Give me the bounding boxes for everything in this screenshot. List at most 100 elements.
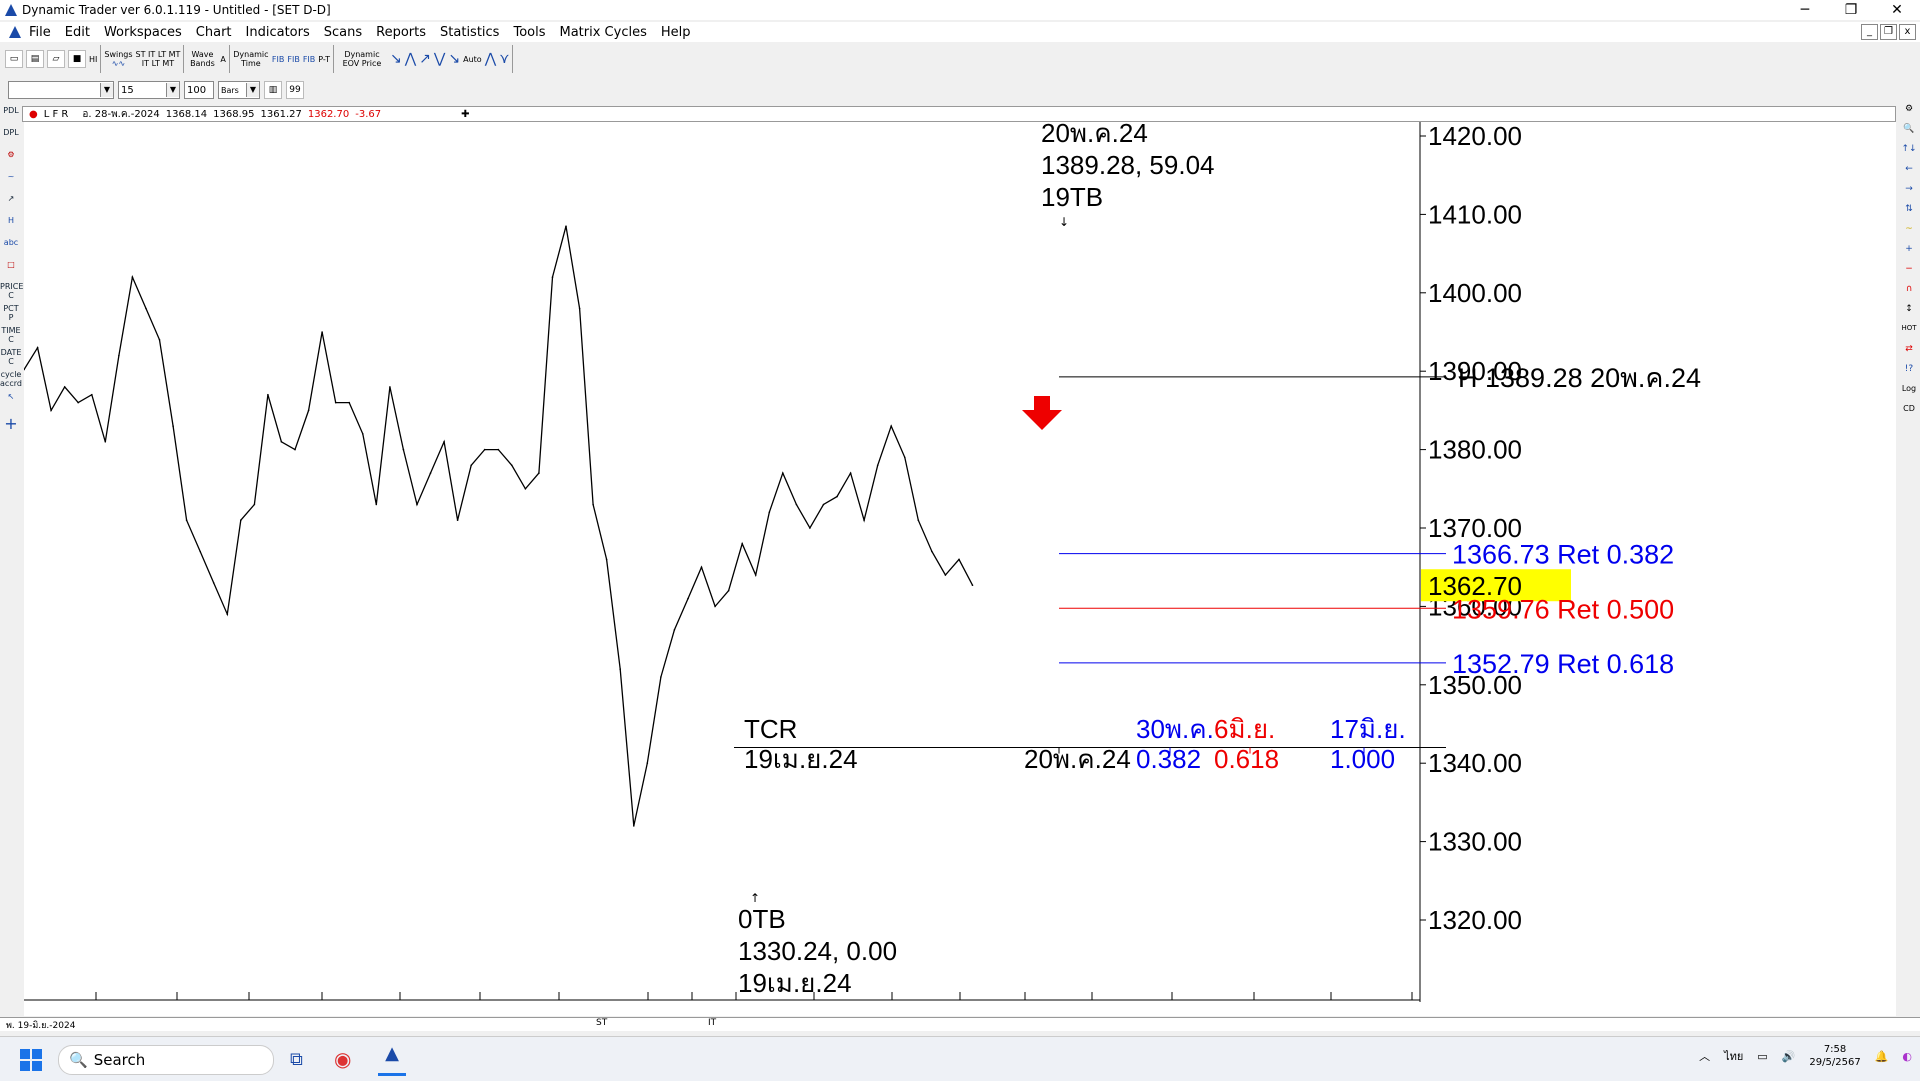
time-tool[interactable]: TIME C	[0, 326, 22, 348]
fib-time-button-3[interactable]: FIB	[303, 55, 315, 64]
swing-draw-icon-4[interactable]: ⋁	[434, 51, 445, 67]
swing-draw-icon-2[interactable]: ⋀	[405, 51, 416, 67]
text-tool[interactable]: abc	[0, 238, 22, 260]
mdi-close-button[interactable]: x	[1899, 24, 1916, 40]
swing-degree-buttons[interactable]: ST IT LT MT IT LT MT	[136, 50, 181, 68]
chart-canvas[interactable]: 1420.001410.001400.001390.001380.001370.…	[23, 118, 1896, 1021]
settings-icon[interactable]: ⚙	[1898, 104, 1920, 124]
copilot-icon[interactable]: ◐	[1902, 1050, 1912, 1063]
network-icon[interactable]: ▭	[1757, 1050, 1767, 1063]
menu-help[interactable]: Help	[654, 25, 698, 40]
bars-icon[interactable]: ▥	[264, 81, 282, 99]
chevron-up-icon[interactable]: ︿	[1699, 1048, 1710, 1064]
zoom-out-icon[interactable]: −	[1898, 264, 1920, 284]
menu-file[interactable]: File	[22, 25, 58, 40]
new-icon[interactable]: ▭	[5, 50, 23, 68]
chrome-icon[interactable]: ◉	[334, 1047, 351, 1071]
rectangle-icon[interactable]: □	[0, 260, 22, 282]
fib-time-button-1[interactable]: FIB	[272, 55, 284, 64]
cursor-icon[interactable]: ↖	[0, 392, 22, 414]
crosshair-icon[interactable]: +	[0, 414, 22, 436]
unit-combo[interactable]: Bars ▼	[218, 81, 260, 99]
zoom-icon[interactable]: 🔍	[1898, 124, 1920, 144]
menu-reports[interactable]: Reports	[369, 25, 433, 40]
minimize-button[interactable]: ─	[1782, 0, 1828, 20]
taskbar-search[interactable]: 🔍 Search	[58, 1045, 274, 1075]
windows-start-icon[interactable]	[20, 1049, 42, 1071]
cycle-tool[interactable]: cycle accrd	[0, 370, 22, 392]
quote-icon[interactable]: 99	[286, 81, 304, 99]
date-tool[interactable]: DATE C	[0, 348, 22, 370]
mdi-minimize-button[interactable]: _	[1861, 24, 1878, 40]
price-chart[interactable]: 1420.00 1410.00 1400.00 1390.00 1380.00 1370.…	[23, 118, 1896, 1021]
it-marker: IT	[708, 1018, 717, 1028]
swing-draw-icon-7[interactable]: ⋎	[499, 51, 509, 67]
expand-vertical-icon[interactable]: ↕	[1898, 304, 1920, 324]
wave-bands-button[interactable]: Wave Bands	[187, 50, 217, 68]
swing-draw-icon-5[interactable]: ↘	[448, 51, 460, 67]
mdi-restore-button[interactable]: ❐	[1880, 24, 1897, 40]
menu-scans[interactable]: Scans	[317, 25, 369, 40]
price-tool[interactable]: PRICE C	[0, 282, 23, 304]
bars-count-input[interactable]: 100	[184, 81, 214, 99]
menu-tools[interactable]: Tools	[506, 25, 552, 40]
period-combo[interactable]: 15 ▼	[118, 81, 180, 99]
lfr-flags[interactable]: L F R	[44, 109, 69, 120]
wave-icon[interactable]: ~	[1898, 224, 1920, 244]
open-icon[interactable]: ▤	[26, 50, 44, 68]
swing-draw-icon-3[interactable]: ↗	[419, 51, 431, 67]
notification-icon[interactable]: 🔔	[1875, 1050, 1889, 1063]
menu-edit[interactable]: Edit	[58, 25, 97, 40]
hi-button[interactable]: HI	[89, 55, 97, 64]
menu-matrix-cycles[interactable]: Matrix Cycles	[553, 25, 654, 40]
hot-tool[interactable]: HOT	[1898, 324, 1920, 344]
bar-low: 1361.27	[260, 108, 302, 120]
wave-icon[interactable]: ~	[0, 172, 22, 194]
price-point	[294, 448, 296, 451]
magnet-icon[interactable]: ∩	[1898, 284, 1920, 304]
dynamic-trader-taskbar-icon[interactable]: ▲	[378, 1043, 406, 1076]
menu-indicators[interactable]: Indicators	[239, 25, 317, 40]
language-indicator[interactable]: ไทย	[1724, 1047, 1743, 1065]
a-button[interactable]: A	[220, 55, 225, 64]
zoom-in-icon[interactable]: +	[1898, 244, 1920, 264]
vertical-scale-icon[interactable]: ↑↓	[1898, 144, 1920, 164]
task-view-icon[interactable]: ⧉	[290, 1049, 303, 1070]
swap-icon[interactable]: ⇄	[1898, 344, 1920, 364]
high-line-label: H 1389.28 20พ.ค.24	[1458, 363, 1701, 393]
mdi-app-icon[interactable]	[8, 25, 22, 39]
volume-icon[interactable]: 🔊	[1782, 1050, 1796, 1063]
menu-statistics[interactable]: Statistics	[433, 25, 506, 40]
price-point	[253, 503, 256, 506]
swings-button[interactable]: Swings ∿∿	[104, 50, 132, 68]
time-projection-ratio: 1.000	[1330, 744, 1395, 774]
swing-draw-icon-1[interactable]: ↘	[390, 51, 402, 67]
close-button[interactable]: ✕	[1874, 0, 1920, 20]
swing-draw-icon-6[interactable]: ⋀	[485, 51, 496, 67]
restore-button[interactable]: ❐	[1828, 0, 1874, 20]
pt-button[interactable]: P-T	[318, 55, 330, 64]
h-tool[interactable]: H	[0, 216, 22, 238]
log-scale-button[interactable]: Log	[1898, 384, 1920, 404]
trend-icon[interactable]: ↗	[0, 194, 22, 216]
pdl-tool[interactable]: PDL	[0, 106, 22, 128]
menu-chart[interactable]: Chart	[189, 25, 239, 40]
folder-icon[interactable]: ▱	[47, 50, 65, 68]
gear-icon[interactable]: ⚙	[0, 150, 22, 172]
dynamic-time-button[interactable]: Dynamic Time	[233, 50, 269, 68]
scroll-left-icon[interactable]: ←	[1898, 164, 1920, 184]
dynamic-eov-price-button[interactable]: Dynamic EOV Price	[337, 50, 387, 68]
menu-workspaces[interactable]: Workspaces	[97, 25, 189, 40]
add-icon[interactable]: ✚	[461, 109, 469, 120]
save-icon[interactable]: ■	[68, 50, 86, 68]
pct-tool[interactable]: PCT P	[0, 304, 22, 326]
compress-icon[interactable]: ⇅	[1898, 204, 1920, 224]
help-icon[interactable]: !?	[1898, 364, 1920, 384]
scroll-right-icon[interactable]: →	[1898, 184, 1920, 204]
dpl-tool[interactable]: DPL	[0, 128, 22, 150]
clock[interactable]: 7:58 29/5/2567	[1809, 1043, 1860, 1069]
auto-button[interactable]: Auto	[463, 55, 482, 64]
cd-button[interactable]: CD	[1898, 404, 1920, 424]
symbol-combo[interactable]: ▼	[8, 81, 114, 99]
fib-time-button-2[interactable]: FIB	[287, 55, 299, 64]
